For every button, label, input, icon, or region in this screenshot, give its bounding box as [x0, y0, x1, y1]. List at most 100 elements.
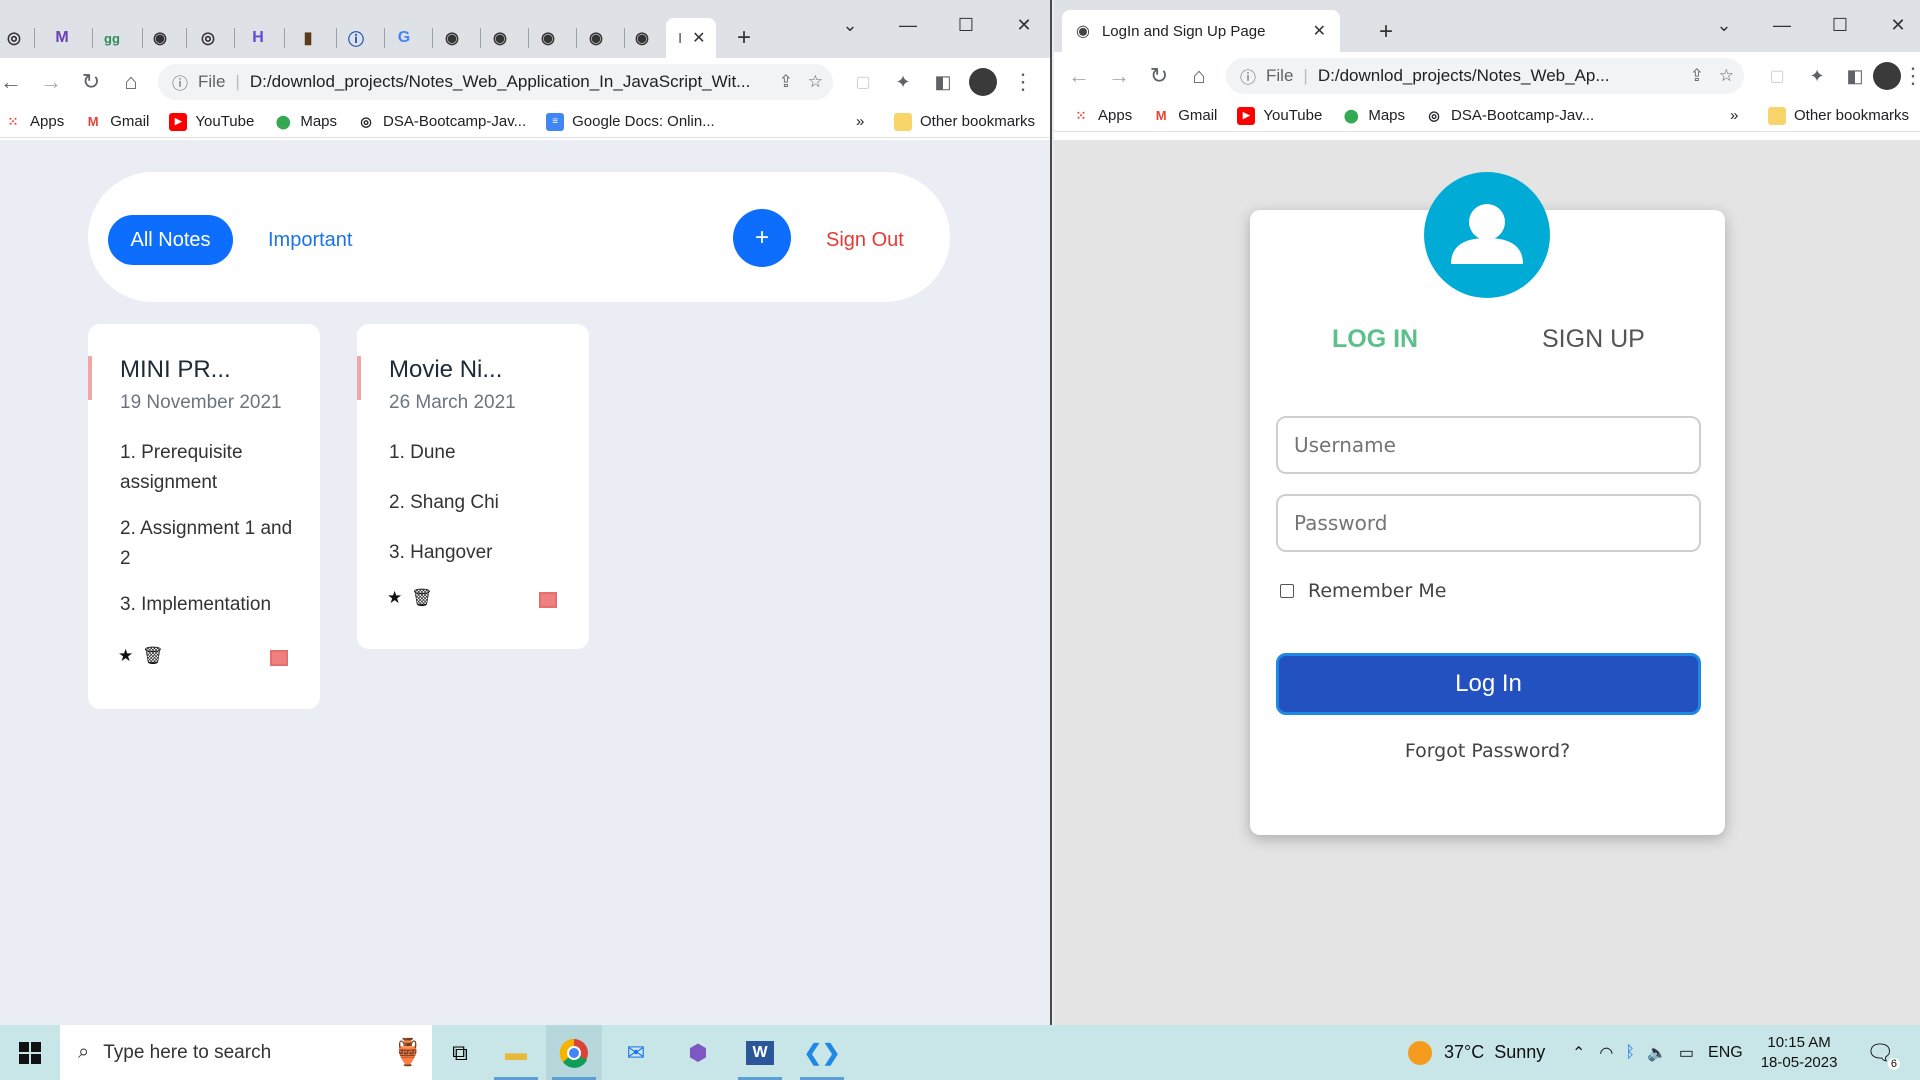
side-panel-icon[interactable]: ◧	[1840, 61, 1870, 91]
copilot-icon[interactable]: ⬢	[670, 1025, 726, 1080]
wifi-icon[interactable]: ◠	[1599, 1043, 1613, 1063]
reload-icon[interactable]: ↻	[76, 67, 106, 97]
password-input[interactable]	[1276, 494, 1701, 552]
bookmarks-more-icon[interactable]: »	[1730, 107, 1738, 124]
all-notes-button[interactable]: All Notes	[108, 215, 233, 265]
note-card[interactable]: MINI PR... 19 November 2021 1. Prerequis…	[88, 324, 320, 709]
bookmark-apps[interactable]: ⁙ Apps	[4, 113, 65, 131]
tab-search-icon[interactable]: ⌄	[1704, 10, 1744, 40]
tab-search-icon[interactable]: ⌄	[830, 10, 870, 40]
close-window-icon[interactable]: ✕	[1004, 10, 1044, 40]
other-bookmarks[interactable]: Other bookmarks	[1768, 106, 1909, 125]
add-note-button[interactable]: +	[733, 209, 791, 267]
bookmark-gmail[interactable]: M Gmail	[1152, 107, 1218, 125]
star-icon[interactable]: ★	[387, 588, 402, 608]
globe-tab-icon-5[interactable]: ◉	[584, 26, 608, 50]
book-tab-icon[interactable]: ▮	[296, 26, 320, 50]
globe-tab-icon[interactable]: ◉	[148, 26, 172, 50]
bookmark-star-icon[interactable]: ☆	[1719, 66, 1734, 86]
extensions-puzzle-icon[interactable]: ✦	[888, 67, 918, 97]
globe-tab-icon-4[interactable]: ◉	[536, 26, 560, 50]
bookmark-github[interactable]: ◎ DSA-Bootcamp-Jav...	[1425, 107, 1594, 125]
extensions-puzzle-icon[interactable]: ✦	[1802, 61, 1832, 91]
forgot-password-link[interactable]: Forgot Password?	[1250, 740, 1725, 762]
maximize-icon[interactable]: ☐	[946, 10, 986, 40]
taskbar-search-box[interactable]: ⌕ Type here to search 🏺	[60, 1025, 432, 1080]
note-card[interactable]: Movie Ni... 26 March 2021 1. Dune 2. Sha…	[357, 324, 589, 649]
globe-tab-icon-6[interactable]: ◉	[630, 26, 654, 50]
chrome-icon[interactable]	[546, 1025, 602, 1080]
bookmark-star-icon[interactable]: ☆	[808, 72, 823, 92]
trash-icon[interactable]: 🗑	[142, 646, 164, 666]
browser-menu-icon[interactable]: ⋮	[1008, 67, 1038, 97]
bookmark-youtube[interactable]: ▶ YouTube	[169, 112, 254, 131]
maximize-icon[interactable]: ☐	[1820, 10, 1860, 40]
bookmark-youtube[interactable]: ▶ YouTube	[1237, 106, 1322, 125]
speaker-icon[interactable]: 🔈	[1647, 1043, 1667, 1063]
address-bar[interactable]: ⓘ File | D:/downlod_projects/Notes_Web_A…	[1226, 58, 1744, 94]
sign-out-link[interactable]: Sign Out	[826, 215, 904, 265]
bookmarks-more-icon[interactable]: »	[856, 113, 864, 130]
language-indicator[interactable]: ENG	[1708, 1044, 1743, 1062]
address-bar[interactable]: ⓘ File | D:/downlod_projects/Notes_Web_A…	[158, 64, 833, 100]
forward-icon[interactable]: →	[36, 67, 66, 97]
bookmark-github[interactable]: ◎ DSA-Bootcamp-Jav...	[357, 113, 526, 131]
notification-center[interactable]: 🗨 6	[1866, 1025, 1900, 1080]
side-panel-icon[interactable]: ◧	[928, 67, 958, 97]
bookmark-gmail[interactable]: M Gmail	[84, 113, 150, 131]
reload-icon[interactable]: ↻	[1144, 61, 1174, 91]
battery-icon[interactable]: ▭	[1679, 1043, 1694, 1063]
forward-icon[interactable]: →	[1104, 61, 1134, 91]
chevron-up-icon[interactable]: ⌃	[1572, 1043, 1585, 1063]
gfg-tab-icon[interactable]: gg	[100, 26, 124, 50]
star-icon[interactable]: ★	[118, 646, 133, 666]
bookmark-maps[interactable]: ⬤ Maps	[274, 113, 337, 131]
username-input[interactable]	[1276, 416, 1701, 474]
signup-tab[interactable]: SIGN UP	[1542, 325, 1645, 354]
new-tab-icon[interactable]: +	[1374, 18, 1398, 45]
note-color-flag-icon[interactable]	[539, 592, 557, 608]
back-icon[interactable]: ←	[1064, 61, 1094, 91]
new-tab-icon[interactable]: +	[732, 24, 756, 51]
bookmark-maps[interactable]: ⬤ Maps	[1342, 107, 1405, 125]
back-icon[interactable]: ←	[0, 67, 26, 97]
bookmark-apps[interactable]: ⁙ Apps	[1072, 107, 1133, 125]
profile-avatar[interactable]	[968, 67, 998, 97]
minimize-icon[interactable]: —	[1762, 10, 1802, 40]
file-explorer-icon[interactable]: ▬	[488, 1025, 544, 1080]
m-tab-icon[interactable]: M	[50, 26, 74, 50]
login-tab[interactable]: LOG IN	[1332, 325, 1418, 354]
globe-tab-icon-3[interactable]: ◉	[488, 26, 512, 50]
share-icon[interactable]: ⇪	[1690, 66, 1704, 86]
word-icon[interactable]: W	[732, 1025, 788, 1080]
bluetooth-icon[interactable]: ᛒ	[1625, 1044, 1635, 1062]
active-tab[interactable]: ◉ LogIn and Sign Up Page ✕	[1062, 10, 1340, 52]
extension-placeholder-icon[interactable]: ▢	[848, 67, 878, 97]
info-tab-icon[interactable]: ⓘ	[344, 26, 368, 50]
home-icon[interactable]: ⌂	[116, 67, 146, 97]
globe-tab-icon-2[interactable]: ◉	[440, 26, 464, 50]
extension-placeholder-icon[interactable]: ▢	[1762, 61, 1792, 91]
github-tab-icon-2[interactable]: ◎	[196, 26, 220, 50]
close-tab-icon[interactable]: ✕	[692, 28, 705, 48]
bookmark-google-docs[interactable]: ≡ Google Docs: Onlin...	[546, 112, 715, 131]
browser-menu-icon[interactable]: ⋮	[1898, 61, 1920, 91]
close-tab-icon[interactable]: ✕	[1313, 21, 1326, 41]
trash-icon[interactable]: 🗑	[411, 588, 433, 608]
home-icon[interactable]: ⌂	[1184, 61, 1214, 91]
github-tab-icon[interactable]: ◎	[2, 26, 26, 50]
hackerrank-tab-icon[interactable]: H	[246, 26, 270, 50]
close-window-icon[interactable]: ✕	[1878, 10, 1918, 40]
remember-me[interactable]: Remember Me	[1280, 580, 1446, 602]
windows-start-icon[interactable]	[2, 1025, 58, 1080]
important-link[interactable]: Important	[268, 215, 352, 265]
remember-checkbox[interactable]	[1280, 584, 1294, 598]
mail-icon[interactable]: ✉	[608, 1025, 664, 1080]
task-view-icon[interactable]: ⧉	[432, 1025, 488, 1080]
active-tab[interactable]: I ✕	[666, 18, 716, 58]
weather-widget[interactable]: 37°C Sunny	[1408, 1025, 1545, 1080]
share-icon[interactable]: ⇪	[779, 72, 793, 92]
clock[interactable]: 10:15 AM 18-05-2023	[1761, 1033, 1838, 1073]
note-color-flag-icon[interactable]	[270, 650, 288, 666]
google-tab-icon[interactable]: G	[392, 26, 416, 50]
